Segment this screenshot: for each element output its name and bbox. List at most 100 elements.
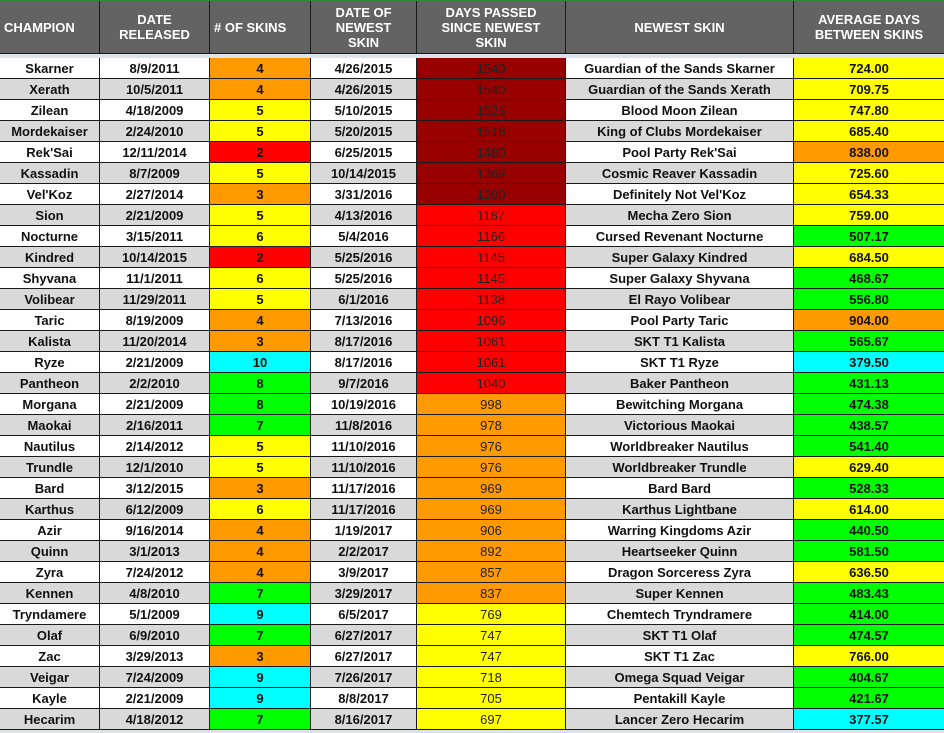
cell-newest-skin[interactable]: SKT T1 Ryze [566,352,794,372]
cell-newest-skin[interactable]: Bard Bard [566,478,794,498]
cell-date-released[interactable]: 2/14/2012 [100,436,210,456]
cell-date-released[interactable]: 2/21/2009 [100,688,210,708]
cell-date-released[interactable]: 8/7/2009 [100,163,210,183]
cell-date-released[interactable]: 10/5/2011 [100,79,210,99]
cell-days-passed[interactable]: 718 [417,667,566,687]
cell-newest-skin[interactable]: Pool Party Taric [566,310,794,330]
cell-days-passed[interactable]: 1138 [417,289,566,309]
cell-average-days[interactable]: 421.67 [794,688,944,708]
cell-date-released[interactable]: 2/24/2010 [100,121,210,141]
cell-date-newest-skin[interactable]: 7/26/2017 [311,667,417,687]
cell-date-newest-skin[interactable]: 7/13/2016 [311,310,417,330]
cell-num-skins[interactable]: 10 [210,352,311,372]
cell-date-newest-skin[interactable]: 6/5/2017 [311,604,417,624]
cell-champion[interactable]: Volibear [0,289,100,309]
cell-num-skins[interactable]: 3 [210,184,311,204]
header-days-passed[interactable]: DAYS PASSED SINCE NEWEST SKIN [417,1,566,53]
cell-days-passed[interactable]: 1540 [417,79,566,99]
cell-days-passed[interactable]: 705 [417,688,566,708]
cell-average-days[interactable]: 685.40 [794,121,944,141]
cell-date-released[interactable]: 3/1/2013 [100,541,210,561]
cell-newest-skin[interactable]: Definitely Not Vel'Koz [566,184,794,204]
cell-champion[interactable]: Kindred [0,247,100,267]
cell-champion[interactable]: Rek'Sai [0,142,100,162]
cell-average-days[interactable]: 747.80 [794,100,944,120]
cell-newest-skin[interactable]: Lancer Zero Hecarim [566,709,794,729]
cell-date-newest-skin[interactable]: 3/29/2017 [311,583,417,603]
cell-newest-skin[interactable]: Cosmic Reaver Kassadin [566,163,794,183]
cell-newest-skin[interactable]: Bewitching Morgana [566,394,794,414]
cell-date-newest-skin[interactable]: 6/27/2017 [311,646,417,666]
cell-newest-skin[interactable]: El Rayo Volibear [566,289,794,309]
cell-average-days[interactable]: 614.00 [794,499,944,519]
cell-date-newest-skin[interactable]: 4/13/2016 [311,205,417,225]
cell-newest-skin[interactable]: Worldbreaker Nautilus [566,436,794,456]
cell-average-days[interactable]: 565.67 [794,331,944,351]
cell-champion[interactable]: Xerath [0,79,100,99]
cell-days-passed[interactable]: 1096 [417,310,566,330]
cell-num-skins[interactable]: 7 [210,415,311,435]
cell-champion[interactable]: Azir [0,520,100,540]
header-num-skins[interactable]: # OF SKINS [210,1,311,53]
cell-date-newest-skin[interactable]: 9/7/2016 [311,373,417,393]
cell-date-released[interactable]: 9/16/2014 [100,520,210,540]
cell-champion[interactable]: Vel'Koz [0,184,100,204]
cell-days-passed[interactable]: 892 [417,541,566,561]
cell-num-skins[interactable]: 5 [210,457,311,477]
cell-days-passed[interactable]: 1145 [417,247,566,267]
cell-average-days[interactable]: 528.33 [794,478,944,498]
cell-days-passed[interactable]: 697 [417,709,566,729]
cell-newest-skin[interactable]: Pentakill Kayle [566,688,794,708]
cell-champion[interactable]: Maokai [0,415,100,435]
cell-champion[interactable]: Olaf [0,625,100,645]
cell-date-released[interactable]: 4/18/2012 [100,709,210,729]
cell-newest-skin[interactable]: Pool Party Rek'Sai [566,142,794,162]
cell-champion[interactable]: Mordekaiser [0,121,100,141]
cell-days-passed[interactable]: 769 [417,604,566,624]
cell-average-days[interactable]: 379.50 [794,352,944,372]
header-date-newest-skin[interactable]: DATE OF NEWEST SKIN [311,1,417,53]
cell-average-days[interactable]: 474.57 [794,625,944,645]
cell-date-newest-skin[interactable]: 5/25/2016 [311,247,417,267]
cell-days-passed[interactable]: 1187 [417,205,566,225]
cell-date-released[interactable]: 2/2/2010 [100,373,210,393]
cell-days-passed[interactable]: 1061 [417,331,566,351]
cell-date-released[interactable]: 2/21/2009 [100,352,210,372]
cell-days-passed[interactable]: 1480 [417,142,566,162]
cell-newest-skin[interactable]: Victorious Maokai [566,415,794,435]
cell-average-days[interactable]: 468.67 [794,268,944,288]
cell-champion[interactable]: Sion [0,205,100,225]
cell-num-skins[interactable]: 3 [210,478,311,498]
cell-average-days[interactable]: 483.43 [794,583,944,603]
cell-num-skins[interactable]: 4 [210,58,311,78]
header-average-days[interactable]: AVERAGE DAYS BETWEEN SKINS [794,1,944,53]
cell-newest-skin[interactable]: Super Galaxy Shyvana [566,268,794,288]
cell-newest-skin[interactable]: Guardian of the Sands Xerath [566,79,794,99]
cell-days-passed[interactable]: 976 [417,436,566,456]
cell-date-newest-skin[interactable]: 6/25/2015 [311,142,417,162]
cell-days-passed[interactable]: 906 [417,520,566,540]
cell-champion[interactable]: Skarner [0,58,100,78]
cell-days-passed[interactable]: 969 [417,478,566,498]
cell-average-days[interactable]: 404.67 [794,667,944,687]
cell-date-newest-skin[interactable]: 5/20/2015 [311,121,417,141]
cell-date-released[interactable]: 11/29/2011 [100,289,210,309]
cell-days-passed[interactable]: 1145 [417,268,566,288]
cell-date-newest-skin[interactable]: 1/19/2017 [311,520,417,540]
cell-date-newest-skin[interactable]: 11/10/2016 [311,436,417,456]
cell-days-passed[interactable]: 998 [417,394,566,414]
cell-num-skins[interactable]: 2 [210,247,311,267]
cell-average-days[interactable]: 724.00 [794,58,944,78]
cell-num-skins[interactable]: 5 [210,436,311,456]
cell-date-newest-skin[interactable]: 8/16/2017 [311,709,417,729]
cell-date-newest-skin[interactable]: 5/25/2016 [311,268,417,288]
cell-num-skins[interactable]: 9 [210,604,311,624]
cell-num-skins[interactable]: 3 [210,646,311,666]
cell-champion[interactable]: Quinn [0,541,100,561]
cell-date-newest-skin[interactable]: 8/17/2016 [311,352,417,372]
cell-date-newest-skin[interactable]: 11/17/2016 [311,478,417,498]
cell-newest-skin[interactable]: SKT T1 Kalista [566,331,794,351]
cell-date-newest-skin[interactable]: 5/10/2015 [311,100,417,120]
cell-average-days[interactable]: 507.17 [794,226,944,246]
cell-champion[interactable]: Kalista [0,331,100,351]
